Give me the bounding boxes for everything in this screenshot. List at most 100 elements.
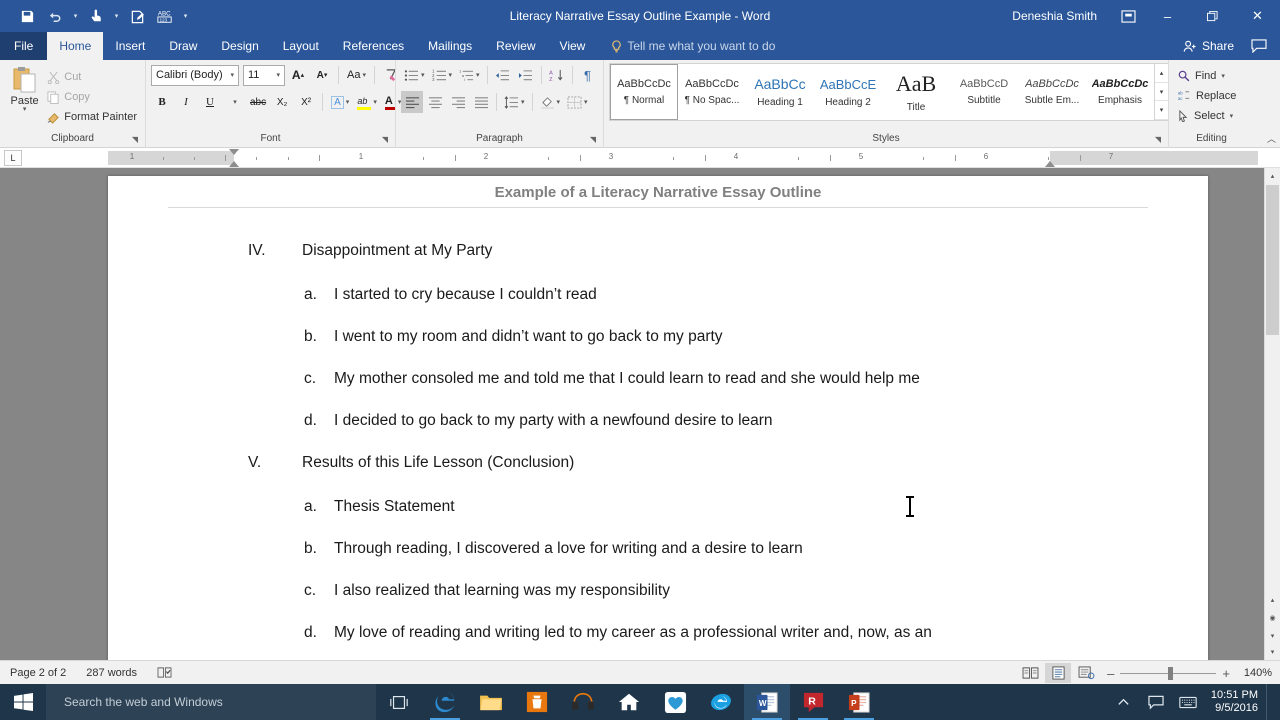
show-desktop-button[interactable] [1266,684,1274,720]
taskbar-powerpoint[interactable]: P [836,684,882,720]
underline-dropdown-icon[interactable]: ▾ [223,91,245,113]
taskbar-file-explorer[interactable] [468,684,514,720]
zoom-slider[interactable]: – + [1107,666,1230,681]
tab-view[interactable]: View [548,32,598,60]
close-button[interactable]: ✕ [1235,0,1280,32]
superscript-button[interactable]: X² [295,91,317,113]
text-effects-button[interactable]: A ▾ [328,91,352,113]
view-web-layout[interactable] [1073,663,1099,683]
restore-button[interactable] [1190,0,1235,32]
customize-qat-icon[interactable]: ▾ [180,4,191,28]
zoom-thumb[interactable] [1168,666,1174,680]
view-print-layout[interactable] [1045,663,1072,683]
numbering-button[interactable]: 1 2 3 ▾ [429,64,456,86]
taskbar-word[interactable]: W [744,684,790,720]
paste-button[interactable]: Paste ▾ [5,63,44,125]
scroll-down-icon[interactable]: ▾ [1266,644,1279,660]
paste-dropdown-icon[interactable]: ▾ [23,106,27,113]
tell-me-box[interactable]: Tell me what you want to do [597,32,775,60]
underline-button[interactable]: U [199,91,221,113]
taskbar-groove-music[interactable] [560,684,606,720]
font-name-dropdown-icon[interactable]: ▾ [230,71,238,79]
style-normal[interactable]: AaBbCcDc ¶ Normal [610,64,678,120]
bullets-button[interactable]: ▾ [401,64,428,86]
shrink-font-button[interactable]: A ▾ [311,64,333,86]
decrease-indent-button[interactable] [492,64,514,86]
horizontal-ruler[interactable]: 1 1 2 3 4 5 6 7 [108,149,1258,167]
text-highlight-button[interactable]: ab ▾ [354,91,380,113]
taskbar-health[interactable] [652,684,698,720]
style-heading-2[interactable]: AaBbCcE Heading 2 [814,64,882,120]
shading-button[interactable]: ▾ [537,91,564,113]
tab-insert[interactable]: Insert [103,32,157,60]
taskbar-store[interactable] [514,684,560,720]
clipboard-dialog-launcher-icon[interactable]: ◥ [132,133,138,147]
previous-page-icon[interactable]: ▴ [1266,592,1279,608]
style-subtle-emphasis[interactable]: AaBbCcDc Subtle Em... [1018,64,1086,120]
search-input[interactable]: Search the web and Windows [46,684,376,720]
quick-print-icon[interactable] [124,4,150,28]
gallery-scroll-up-icon[interactable]: ▴ [1155,64,1168,83]
grow-font-button[interactable]: A ▴ [287,64,309,86]
zoom-in-button[interactable]: + [1222,666,1230,681]
next-page-icon[interactable]: ▾ [1266,628,1279,644]
action-center-icon[interactable] [1141,684,1171,720]
strikethrough-button[interactable]: abc [247,91,269,113]
comments-icon[interactable] [1246,35,1272,57]
replace-button[interactable]: ab ac Replace [1174,86,1240,106]
select-browse-object-icon[interactable]: ◉ [1266,610,1279,626]
taskbar-edge[interactable] [422,684,468,720]
word-count[interactable]: 287 words [76,667,147,679]
taskbar-internet-explorer[interactable] [698,684,744,720]
ribbon-display-options-icon[interactable] [1111,0,1145,32]
undo-icon[interactable] [42,4,68,28]
font-size-combo[interactable]: 11 ▾ [243,64,285,86]
tab-stop-selector[interactable]: L [4,149,22,166]
style-no-spacing[interactable]: AaBbCcDc ¶ No Spac... [678,64,746,120]
vertical-scrollbar[interactable]: ▴ ▴ ◉ ▾ ▾ [1264,168,1280,660]
line-spacing-button[interactable]: ▾ [501,91,528,113]
styles-gallery-scrollbar[interactable]: ▴ ▾ ▾ [1154,64,1168,121]
first-line-indent-marker[interactable] [229,149,239,155]
style-heading-1[interactable]: AaBbCc Heading 1 [746,64,814,120]
style-emphasis[interactable]: AaBbCcDc Emphasis [1086,64,1154,120]
tab-mailings[interactable]: Mailings [416,32,484,60]
undo-dropdown-icon[interactable]: ▾ [70,4,81,28]
clock[interactable]: 10:51 PM 9/5/2016 [1205,689,1264,715]
page-indicator[interactable]: Page 2 of 2 [0,667,76,679]
collapse-ribbon-icon[interactable]: ︿ [1267,132,1276,145]
format-painter-button[interactable]: Format Painter [44,107,140,127]
subscript-button[interactable]: X₂ [271,91,293,113]
style-subtitle[interactable]: AaBbCcD Subtitle [950,64,1018,120]
sort-button[interactable]: AZ [546,64,568,86]
taskbar-recordit[interactable]: R [790,684,836,720]
zoom-level-label[interactable]: 140% [1232,667,1272,679]
zoom-out-button[interactable]: – [1107,666,1114,681]
scrollbar-thumb[interactable] [1266,185,1279,335]
minimize-button[interactable]: – [1145,0,1190,32]
cut-button[interactable]: Cut [44,67,140,87]
select-button[interactable]: Select ▾ [1174,106,1237,126]
tab-review[interactable]: Review [484,32,547,60]
taskbar-home[interactable] [606,684,652,720]
paragraph-dialog-launcher-icon[interactable]: ◥ [590,133,596,147]
proofing-errors-icon[interactable] [147,666,182,679]
hanging-indent-marker[interactable] [229,161,239,167]
start-button[interactable] [0,684,46,720]
touch-mode-dropdown-icon[interactable]: ▾ [111,4,122,28]
zoom-track[interactable] [1120,666,1217,680]
tab-home[interactable]: Home [47,32,104,60]
scroll-up-icon[interactable]: ▴ [1265,168,1280,184]
show-formatting-marks-button[interactable]: ¶ [577,64,599,86]
increase-indent-button[interactable] [515,64,537,86]
document-page[interactable]: Example of a Literacy Narrative Essay Ou… [108,176,1208,660]
tab-design[interactable]: Design [209,32,270,60]
task-view-button[interactable] [376,684,422,720]
tab-references[interactable]: References [331,32,416,60]
font-size-dropdown-icon[interactable]: ▾ [276,71,284,79]
save-icon[interactable] [14,4,40,28]
style-title[interactable]: AaB Title [882,64,950,120]
tab-file[interactable]: File [0,32,48,60]
touch-mode-icon[interactable] [83,4,109,28]
italic-button[interactable]: I [175,91,197,113]
